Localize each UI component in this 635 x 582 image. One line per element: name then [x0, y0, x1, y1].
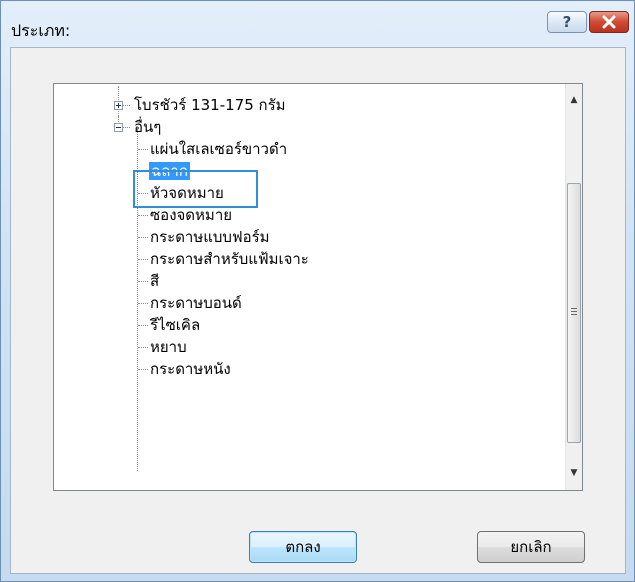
- close-button[interactable]: [589, 11, 629, 33]
- help-button[interactable]: ?: [547, 11, 587, 33]
- close-icon: [602, 15, 616, 29]
- cancel-button[interactable]: ยกเลิก: [477, 531, 585, 563]
- dialog-window: ประเภท: ? โบรชัวร์ 131-175 กรัม อื่นๆ แผ…: [0, 0, 635, 582]
- tree-item-letterhead[interactable]: หัวจดหมาย: [54, 182, 554, 204]
- tree-item-recycled[interactable]: รีไซเคิล: [54, 314, 554, 336]
- tree-item-prepunched[interactable]: กระดาษสำหรับแฟ้มเจาะ: [54, 248, 554, 270]
- tree-item-brochure[interactable]: โบรชัวร์ 131-175 กรัม: [54, 94, 554, 116]
- tree-connector: [138, 369, 148, 370]
- tree-item-other[interactable]: อื่นๆ: [54, 116, 554, 138]
- tree-item-label: สี: [150, 272, 160, 290]
- tree-item-colored[interactable]: สี: [54, 270, 554, 292]
- tree-item-label: อื่นๆ: [134, 118, 162, 136]
- tree-connector: [138, 171, 148, 172]
- tree-item-label: รีไซเคิล: [150, 316, 201, 334]
- tree-item-label: โบรชัวร์ 131-175 กรัม: [134, 96, 286, 114]
- tree-connector: [138, 149, 148, 150]
- tree-item-label-selected: ฉลาก: [149, 162, 190, 180]
- tree-connector: [138, 237, 148, 238]
- tree-item-envelope[interactable]: ซองจดหมาย: [54, 204, 554, 226]
- tree-item-label: กระดาษสำหรับแฟ้มเจาะ: [150, 250, 309, 268]
- tree-item-rough[interactable]: หยาบ: [54, 336, 554, 358]
- tree-item-label: แผ่นใสเลเซอร์ขาวดำ: [150, 140, 288, 158]
- tree-item-label: กระดาษหนัง: [150, 360, 231, 378]
- tree-item-label: กระดาษบอนด์: [150, 294, 242, 312]
- tree-item-bond[interactable]: กระดาษบอนด์: [54, 292, 554, 314]
- tree-item-labels[interactable]: ฉลาก: [54, 160, 554, 182]
- question-mark-icon: ?: [562, 13, 572, 31]
- tree-connector: [138, 215, 148, 216]
- tree-item-label: หัวจดหมาย: [150, 184, 224, 202]
- tree-item-label: กระดาษแบบฟอร์ม: [150, 228, 270, 246]
- tree-connector: [138, 325, 148, 326]
- tree-connector: [138, 281, 148, 282]
- tree-item-label: ซองจดหมาย: [150, 206, 233, 224]
- paper-type-tree[interactable]: โบรชัวร์ 131-175 กรัม อื่นๆ แผ่นใสเลเซอร…: [53, 83, 583, 491]
- expand-plus-icon[interactable]: [114, 101, 123, 110]
- ok-button[interactable]: ตกลง: [249, 531, 357, 563]
- tree-connector: [138, 303, 148, 304]
- tree-connector: [138, 347, 148, 348]
- tree-item-vellum[interactable]: กระดาษหนัง: [54, 358, 554, 380]
- scroll-down-arrow-icon[interactable]: ▼: [566, 465, 582, 482]
- tree-item-transparency[interactable]: แผ่นใสเลเซอร์ขาวดำ: [54, 138, 554, 160]
- tree-connector: [138, 259, 148, 260]
- tree-item-preprinted[interactable]: กระดาษแบบฟอร์ม: [54, 226, 554, 248]
- scroll-up-arrow-icon[interactable]: ▲: [566, 92, 582, 109]
- tree-item-label: หยาบ: [150, 338, 187, 356]
- tree-connector: [138, 193, 148, 194]
- tree-scrollbar[interactable]: ▲ ▼: [565, 84, 582, 490]
- scrollbar-thumb[interactable]: [567, 183, 581, 443]
- collapse-minus-icon[interactable]: [114, 123, 123, 132]
- dialog-title: ประเภท:: [11, 21, 71, 40]
